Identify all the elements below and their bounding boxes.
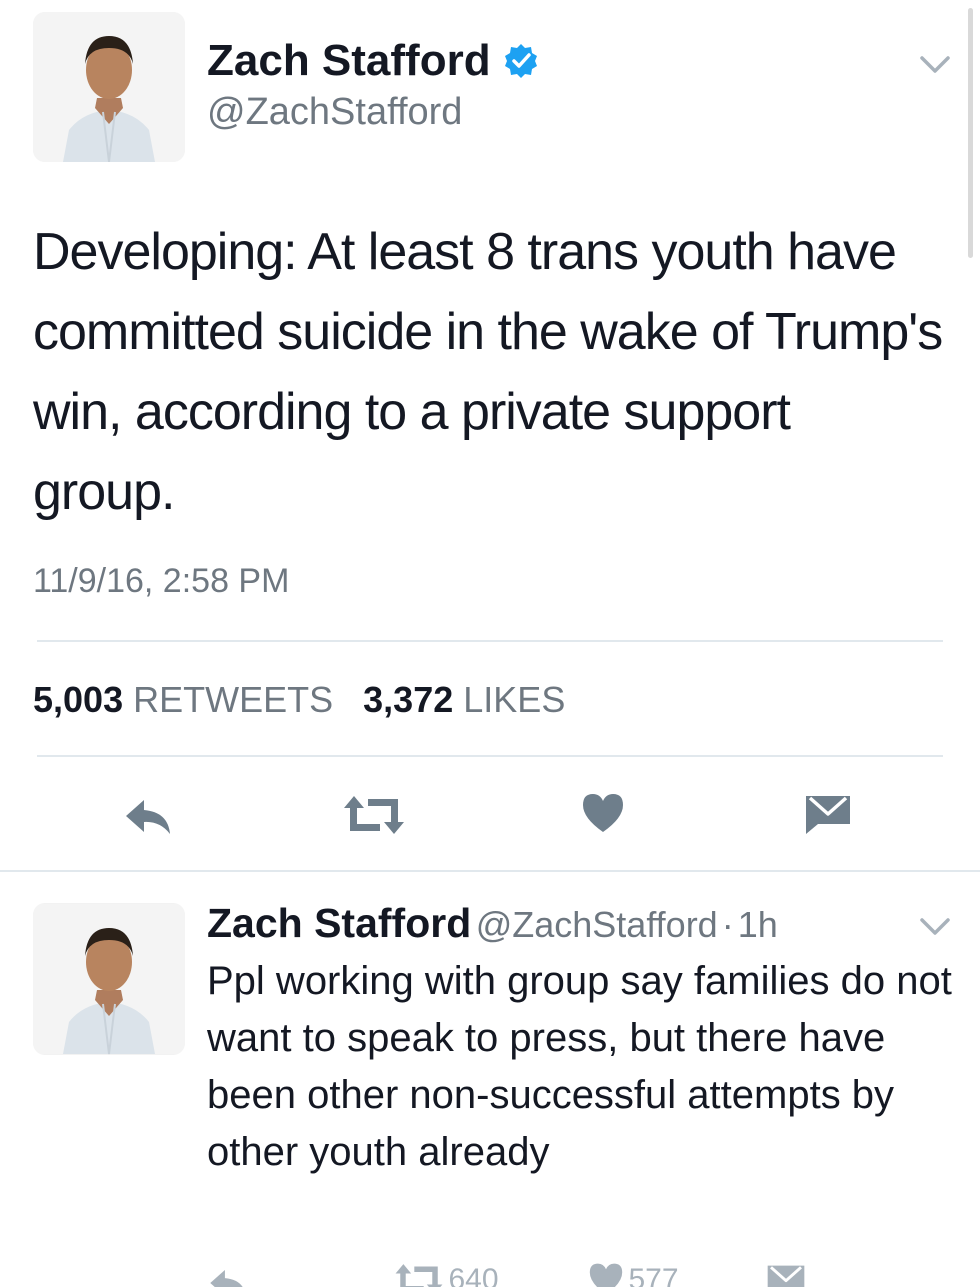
likes-label[interactable]: LIKES [463,679,565,720]
reply-time[interactable]: 1h [738,904,778,945]
divider [37,755,943,757]
verified-badge-icon [502,42,540,80]
reply-like-group[interactable]: 577 [588,1262,679,1287]
chevron-down-icon[interactable] [918,52,952,76]
reply-retweet-group[interactable]: 640 [394,1262,499,1287]
reply-icon[interactable] [122,796,176,836]
reply-icon[interactable] [207,1266,251,1287]
avatar-photo-icon [33,12,185,162]
retweet-icon [394,1262,444,1287]
like-icon [588,1262,624,1287]
direct-message-icon[interactable] [804,794,852,836]
tweet-text: Developing: At least 8 trans youth have … [33,223,943,521]
retweet-icon[interactable] [342,794,406,836]
tweet-stats: 5,003 RETWEETS 3,372 LIKES [33,678,565,722]
retweets-count[interactable]: 5,003 [33,679,123,720]
likes-count[interactable]: 3,372 [363,679,453,720]
reply-likes-count: 577 [628,1263,679,1287]
reply-header: Zach Stafford @ZachStafford · 1h [207,898,778,958]
reply-author-avatar[interactable] [33,903,185,1055]
author-avatar[interactable] [33,12,185,162]
reply-author-handle[interactable]: @ZachStafford [476,904,718,945]
author-handle[interactable]: @ZachStafford [207,90,462,134]
retweets-label[interactable]: RETWEETS [133,679,333,720]
reply-tweet-text: Ppl working with group say families do n… [207,959,952,1174]
chevron-down-icon[interactable] [918,914,952,938]
reply-separator: · [721,904,734,945]
reply-author-name[interactable]: Zach Stafford [207,900,471,946]
reply-retweets-count: 640 [448,1263,499,1287]
divider [37,640,943,642]
author-name[interactable]: Zach Stafford [207,36,491,86]
tweet-timestamp[interactable]: 11/9/16, 2:58 PM [33,562,289,601]
like-icon[interactable] [581,792,625,834]
avatar-photo-icon [33,904,185,1055]
divider [0,870,980,872]
direct-message-icon[interactable] [766,1264,806,1287]
scrollbar[interactable] [968,8,973,258]
